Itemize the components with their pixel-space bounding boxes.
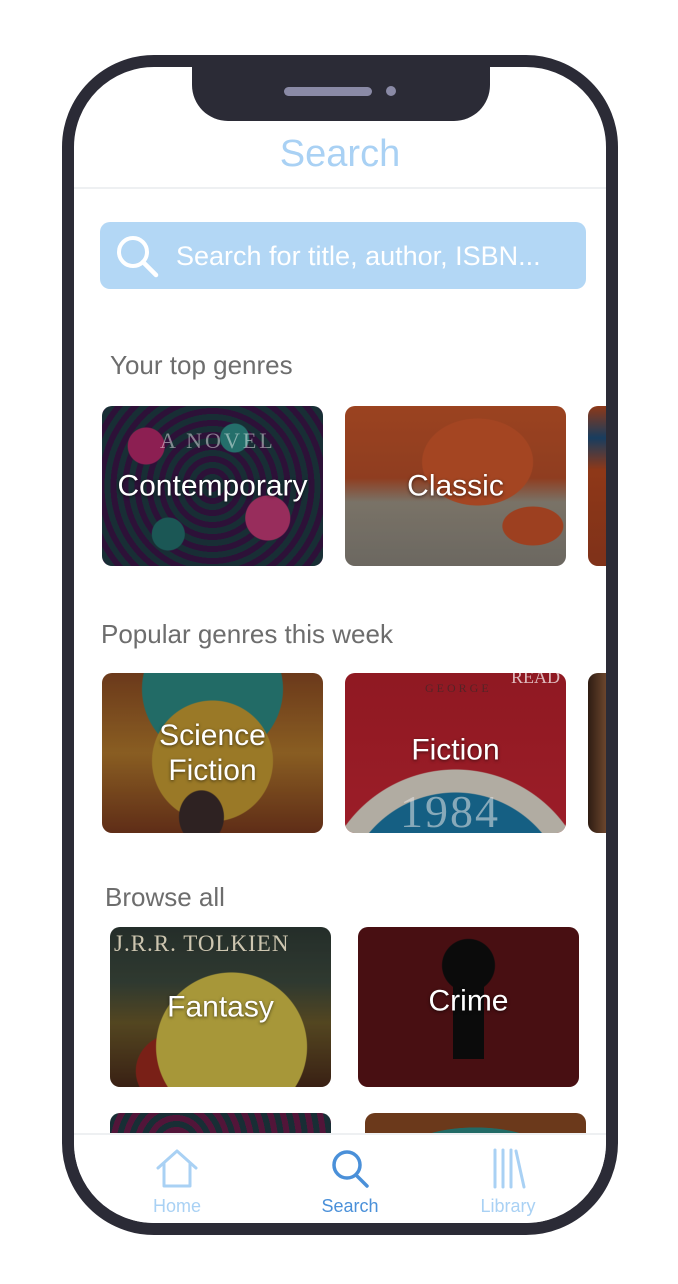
genre-tile-classic[interactable]: Classic [345,406,566,566]
genre-tile-partial[interactable] [588,673,606,833]
genre-label: Crime [428,984,509,1018]
genre-tile-fantasy[interactable]: J.R.R. TOLKIEN Fantasy [110,927,331,1087]
cover-text-badge: READ [511,673,560,687]
section-title-popular: Popular genres this week [101,619,393,649]
genre-tile-contemporary[interactable]: A NOVEL Contemporary [102,406,323,566]
genre-label: Science Fiction [159,719,266,787]
genre-label: Classic [407,469,504,503]
genre-tile-science-fiction[interactable]: Science Fiction [102,673,323,833]
genre-label: Fantasy [167,990,274,1024]
genre-tile-partial[interactable] [588,406,606,566]
speaker-grille [284,87,372,96]
section-title-top-genres: Your top genres [110,350,293,380]
header-divider [74,187,606,189]
genre-label: Fiction [411,733,500,767]
home-icon [154,1149,200,1193]
tab-library-label: Library [480,1196,536,1216]
search-icon [327,1150,373,1193]
cover-text: A NOVEL [160,428,276,453]
phone-frame: Search Your top genres A NOVEL Contempor… [62,55,618,1235]
search-bar[interactable] [100,222,586,291]
cover-shade [588,406,606,566]
genre-label: Contemporary [117,469,308,503]
tab-search[interactable]: Search [290,1147,410,1217]
library-icon [485,1148,531,1193]
genre-tile-fiction[interactable]: GEORGE READ 1984 Fiction [345,673,566,833]
tab-bar: Home Search Library [74,1133,606,1223]
search-icon [114,233,162,286]
search-input[interactable] [174,222,578,291]
tab-home[interactable]: Home [117,1147,237,1217]
genre-tile-crime[interactable]: Crime [358,927,579,1087]
section-title-browse: Browse all [105,882,225,912]
cover-text: J.R.R. TOLKIEN [114,931,290,956]
tab-library[interactable]: Library [448,1147,568,1217]
tab-home-label: Home [152,1196,201,1216]
page-title: Search [279,133,401,175]
phone-notch [192,67,490,121]
cover-text-author: GEORGE [425,681,492,695]
front-camera [386,86,396,96]
cover-text-title: 1984 [400,786,500,833]
cover-shade [588,673,606,833]
tab-search-label: Search [321,1196,379,1216]
